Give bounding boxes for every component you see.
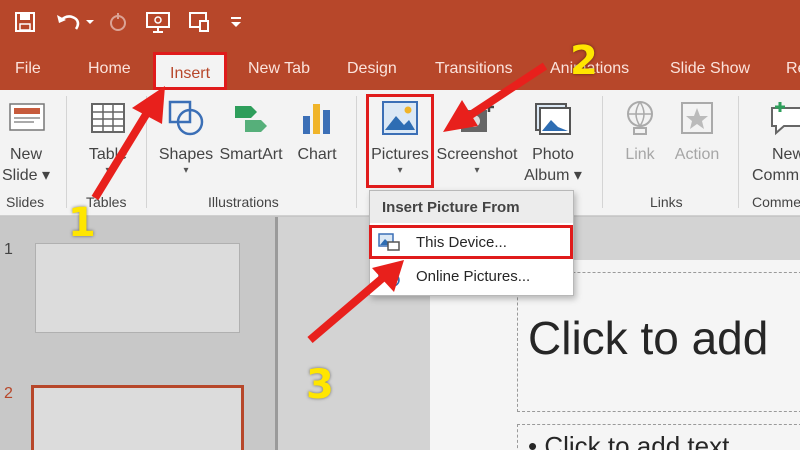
arrow-to-this-device <box>307 272 388 344</box>
step-marker-2: 2 <box>570 38 598 84</box>
arrow-to-insert-tab <box>91 105 154 201</box>
step-marker-1: 1 <box>68 200 96 246</box>
arrow-to-pictures <box>463 62 548 122</box>
arrow-head-1 <box>132 86 165 124</box>
step-marker-3: 3 <box>306 362 334 408</box>
annotation-arrows <box>91 62 548 344</box>
